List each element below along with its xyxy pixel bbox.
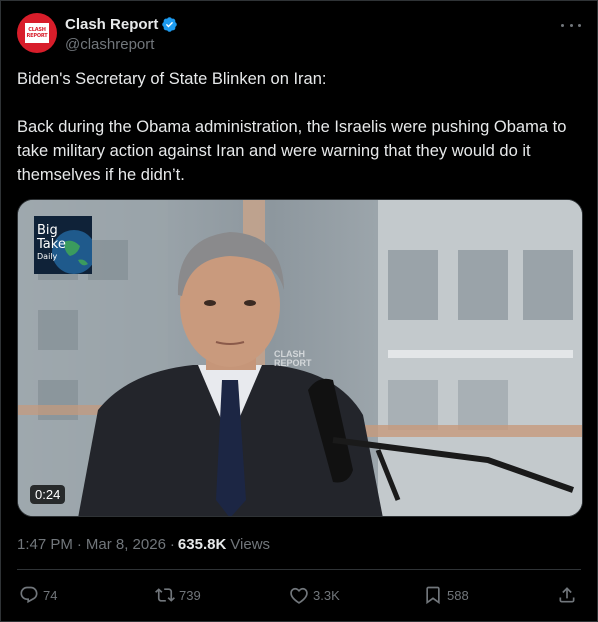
- handle[interactable]: @clashreport: [65, 36, 178, 53]
- reply-button[interactable]: 74: [19, 583, 57, 607]
- like-button[interactable]: 3.3K: [289, 583, 340, 607]
- share-icon: [559, 587, 575, 603]
- verified-badge-icon: [162, 16, 178, 32]
- more-options-icon[interactable]: [561, 17, 581, 33]
- bookmark-button[interactable]: 588: [423, 583, 469, 607]
- share-button[interactable]: [557, 583, 577, 607]
- bookmark-count: 588: [447, 587, 469, 603]
- post-text: Biden's Secretary of State Blinken on Ir…: [17, 67, 587, 211]
- post-meta: 1:47 PM · Mar 8, 2026 · 635.8K Views: [17, 536, 270, 553]
- action-bar: 74 739 3.3K 588: [17, 583, 581, 607]
- like-count: 3.3K: [313, 587, 340, 603]
- badge-text-take: Take: [37, 237, 66, 252]
- divider: [17, 569, 581, 570]
- big-take-daily-logo: Big Take Daily: [34, 216, 92, 274]
- avatar[interactable]: CLASH REPORT: [17, 13, 57, 53]
- clash-report-watermark: CLASH REPORT: [274, 350, 312, 368]
- post-paragraph-2: Back during the Obama administration, th…: [17, 118, 567, 184]
- meta-separator: ·: [76, 536, 82, 553]
- post-date[interactable]: Mar 8, 2026: [86, 536, 166, 553]
- post-paragraph-1: Biden's Secretary of State Blinken on Ir…: [17, 70, 327, 88]
- repost-button[interactable]: 739: [155, 583, 201, 607]
- video-player[interactable]: Big Take Daily CLASH REPORT 0:24: [17, 199, 583, 517]
- heart-icon: [290, 587, 308, 604]
- avatar-text-2: REPORT: [26, 33, 48, 39]
- reply-icon: [20, 586, 38, 604]
- bookmark-icon: [426, 586, 440, 605]
- post-header: CLASH REPORT Clash Report @clashreport: [17, 13, 585, 55]
- repost-icon: [155, 588, 175, 602]
- post-card[interactable]: CLASH REPORT Clash Report @clashreport B…: [0, 0, 598, 622]
- views-count: 635.8K: [177, 536, 227, 553]
- views-label: Views: [230, 536, 271, 553]
- reply-count: 74: [43, 587, 58, 603]
- clash-report-logo: CLASH REPORT: [25, 23, 49, 43]
- badge-text-daily: Daily: [37, 252, 58, 261]
- watermark-line-2: REPORT: [274, 358, 312, 368]
- display-name[interactable]: Clash Report: [65, 16, 158, 33]
- video-duration: 0:24: [30, 485, 66, 504]
- repost-count: 739: [179, 587, 201, 603]
- author-names: Clash Report @clashreport: [65, 14, 178, 53]
- badge-text-big: Big: [37, 223, 58, 238]
- post-time[interactable]: 1:47 PM: [17, 536, 73, 553]
- meta-separator-2: ·: [169, 536, 175, 553]
